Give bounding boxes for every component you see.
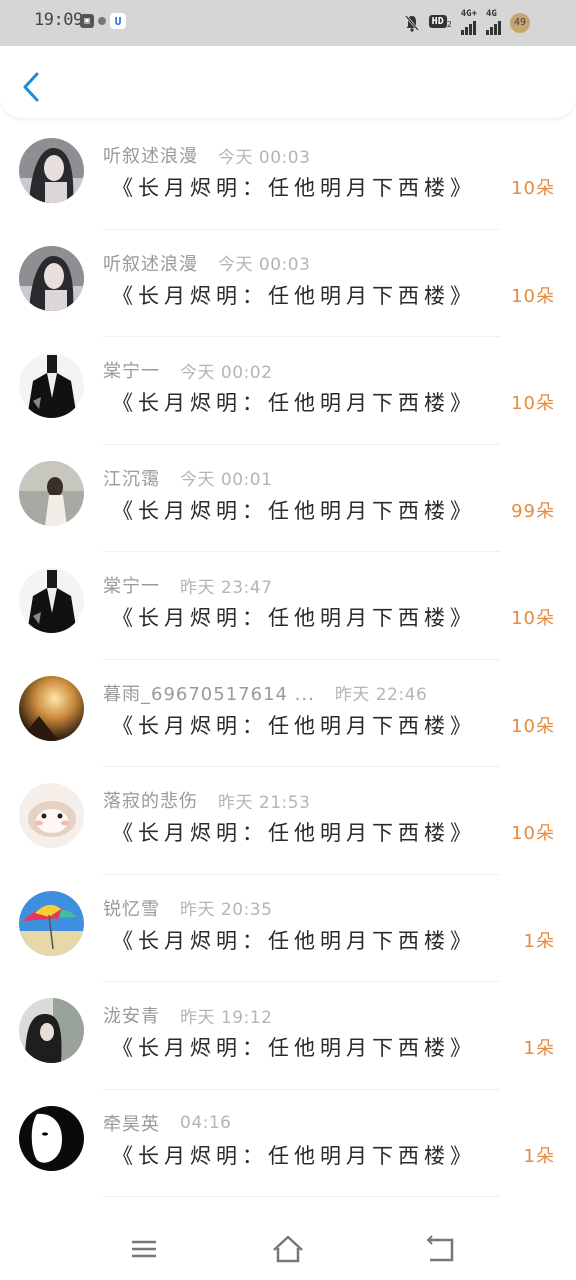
- record-meta: 棠宁一 今天 00:02: [103, 357, 272, 383]
- flower-count: 10朵: [511, 608, 555, 629]
- record-meta: 棠宁一 昨天 23:47: [103, 572, 272, 598]
- record-time: 昨天 23:47: [180, 577, 273, 598]
- gift-book-title: 《长月烬明：任他明月下西楼》: [112, 606, 476, 630]
- username[interactable]: 锐忆雪: [103, 895, 160, 921]
- username[interactable]: 棠宁一: [103, 572, 160, 598]
- status-right: HD 2 4G+ 4G 49: [404, 10, 530, 35]
- record-meta: 落寂的悲伤 昨天 21:53: [103, 787, 310, 813]
- record-meta: 泷安青 昨天 19:12: [103, 1002, 272, 1028]
- signal-icon: [486, 19, 501, 35]
- username[interactable]: 泷安青: [103, 1002, 160, 1028]
- battery-indicator: 49: [510, 12, 530, 33]
- flower-count: 1朵: [523, 930, 555, 952]
- username[interactable]: 牵昊英: [103, 1110, 160, 1136]
- gift-record-row[interactable]: 棠宁一 今天 00:02 《长月烬明：任他明月下西楼》 10朵: [0, 337, 576, 445]
- gift-record-row[interactable]: 落寂的悲伤 昨天 21:53 《长月烬明：任他明月下西楼》 10朵: [0, 767, 576, 875]
- gift-record-list: 听叙述浪漫 今天 00:03 《长月烬明：任他明月下西楼》 10朵 听叙述浪漫 …: [0, 122, 576, 1197]
- gift-book-title: 《长月烬明：任他明月下西楼》: [112, 283, 476, 308]
- notification-icons: ▣ U: [80, 13, 126, 29]
- record-time: 昨天 19:12: [180, 1007, 273, 1028]
- gift-book-title: 《长月烬明：任他明月下西楼》: [112, 928, 476, 953]
- gift-record-row[interactable]: 听叙述浪漫 今天 00:03 《长月烬明：任他明月下西楼》 10朵: [0, 122, 576, 230]
- status-time: 19:09: [34, 10, 83, 30]
- avatar[interactable]: [19, 675, 84, 741]
- record-meta: 江沉霭 今天 00:01: [103, 465, 272, 491]
- gift-record-row[interactable]: 锐忆雪 昨天 20:35 《长月烬明：任他明月下西楼》 1朵: [0, 875, 576, 982]
- username[interactable]: 听叙述浪漫: [103, 142, 198, 168]
- flower-count: 1朵: [523, 1145, 555, 1167]
- network-4g-plus: 4G+: [460, 10, 477, 35]
- avatar[interactable]: [19, 1105, 84, 1171]
- flower-count: 99朵: [511, 500, 555, 522]
- flower-count: 10朵: [511, 715, 555, 737]
- record-meta: 听叙述浪漫 今天 00:03: [103, 250, 310, 276]
- gift-record-row[interactable]: 棠宁一 昨天 23:47 《长月烬明：任他明月下西楼》 10朵: [0, 552, 576, 660]
- system-nav-bar: [0, 1220, 576, 1280]
- record-time: 今天 00:03: [218, 255, 311, 275]
- row-divider: [102, 1196, 500, 1197]
- page-header: [0, 46, 576, 118]
- gift-record-row[interactable]: 江沉霭 今天 00:01 《长月烬明：任他明月下西楼》 99朵: [0, 445, 576, 552]
- record-time: 昨天 22:46: [334, 685, 428, 705]
- flower-count: 10朵: [511, 178, 555, 199]
- record-meta: 锐忆雪 昨天 20:35: [103, 895, 272, 921]
- chevron-left-icon[interactable]: [18, 70, 46, 104]
- menu-icon[interactable]: [124, 1230, 164, 1270]
- record-time: 04:16: [180, 1112, 232, 1133]
- hd-badge: HD 2: [428, 15, 452, 29]
- gift-book-title: 《长月烬明：任他明月下西楼》: [112, 1143, 476, 1168]
- home-icon[interactable]: [268, 1230, 308, 1270]
- avatar[interactable]: [19, 998, 84, 1063]
- network-4g: 4G: [486, 10, 501, 35]
- gift-record-row[interactable]: 牵昊英 04:16 《长月烬明：任他明月下西楼》 1朵: [0, 1090, 576, 1197]
- gift-record-row[interactable]: 暮雨_69670517614 ... 昨天 22:46 《长月烬明：任他明月下西…: [0, 660, 576, 767]
- flower-count: 1朵: [523, 1038, 555, 1059]
- avatar[interactable]: [19, 890, 84, 956]
- record-meta: 暮雨_69670517614 ... 昨天 22:46: [103, 680, 427, 706]
- record-time: 今天 00:02: [180, 362, 273, 383]
- avatar[interactable]: [19, 568, 84, 633]
- flower-count: 10朵: [511, 823, 555, 844]
- record-meta: 牵昊英 04:16: [103, 1110, 232, 1136]
- back-icon[interactable]: [420, 1230, 460, 1270]
- avatar[interactable]: [19, 353, 84, 418]
- u-app-icon: U: [110, 13, 126, 29]
- flower-count: 10朵: [511, 393, 555, 414]
- username[interactable]: 听叙述浪漫: [103, 250, 198, 276]
- mute-bell-icon: [404, 14, 419, 32]
- flower-count: 10朵: [511, 285, 555, 307]
- gift-record-row[interactable]: 听叙述浪漫 今天 00:03 《长月烬明：任他明月下西楼》 10朵: [0, 230, 576, 337]
- gift-book-title: 《长月烬明：任他明月下西楼》: [112, 713, 476, 738]
- gift-book-title: 《长月烬明：任他明月下西楼》: [112, 1036, 476, 1060]
- username[interactable]: 棠宁一: [103, 357, 160, 383]
- record-meta: 听叙述浪漫 今天 00:03: [103, 142, 310, 168]
- record-time: 昨天 20:35: [180, 900, 273, 920]
- avatar[interactable]: [19, 460, 84, 526]
- record-time: 昨天 21:53: [218, 792, 311, 813]
- record-time: 今天 00:03: [218, 147, 311, 168]
- username[interactable]: 暮雨_69670517614 ...: [103, 680, 315, 706]
- gift-record-row[interactable]: 泷安青 昨天 19:12 《长月烬明：任他明月下西楼》 1朵: [0, 982, 576, 1090]
- avatar[interactable]: [19, 138, 84, 203]
- app-notification-icon: ▣: [80, 14, 94, 28]
- record-time: 今天 00:01: [180, 470, 273, 490]
- signal-icon: [460, 19, 476, 35]
- gift-book-title: 《长月烬明：任他明月下西楼》: [112, 391, 476, 415]
- gift-book-title: 《长月烬明：任他明月下西楼》: [112, 176, 476, 200]
- gift-book-title: 《长月烬明：任他明月下西楼》: [112, 498, 476, 523]
- avatar[interactable]: [19, 783, 84, 848]
- username[interactable]: 落寂的悲伤: [103, 787, 198, 813]
- gift-book-title: 《长月烬明：任他明月下西楼》: [112, 821, 476, 845]
- dot-icon: [98, 17, 106, 25]
- username[interactable]: 江沉霭: [103, 465, 160, 491]
- avatar[interactable]: [19, 245, 84, 311]
- status-bar: 19:09 ▣ U HD 2 4G+ 4G 49: [0, 0, 576, 46]
